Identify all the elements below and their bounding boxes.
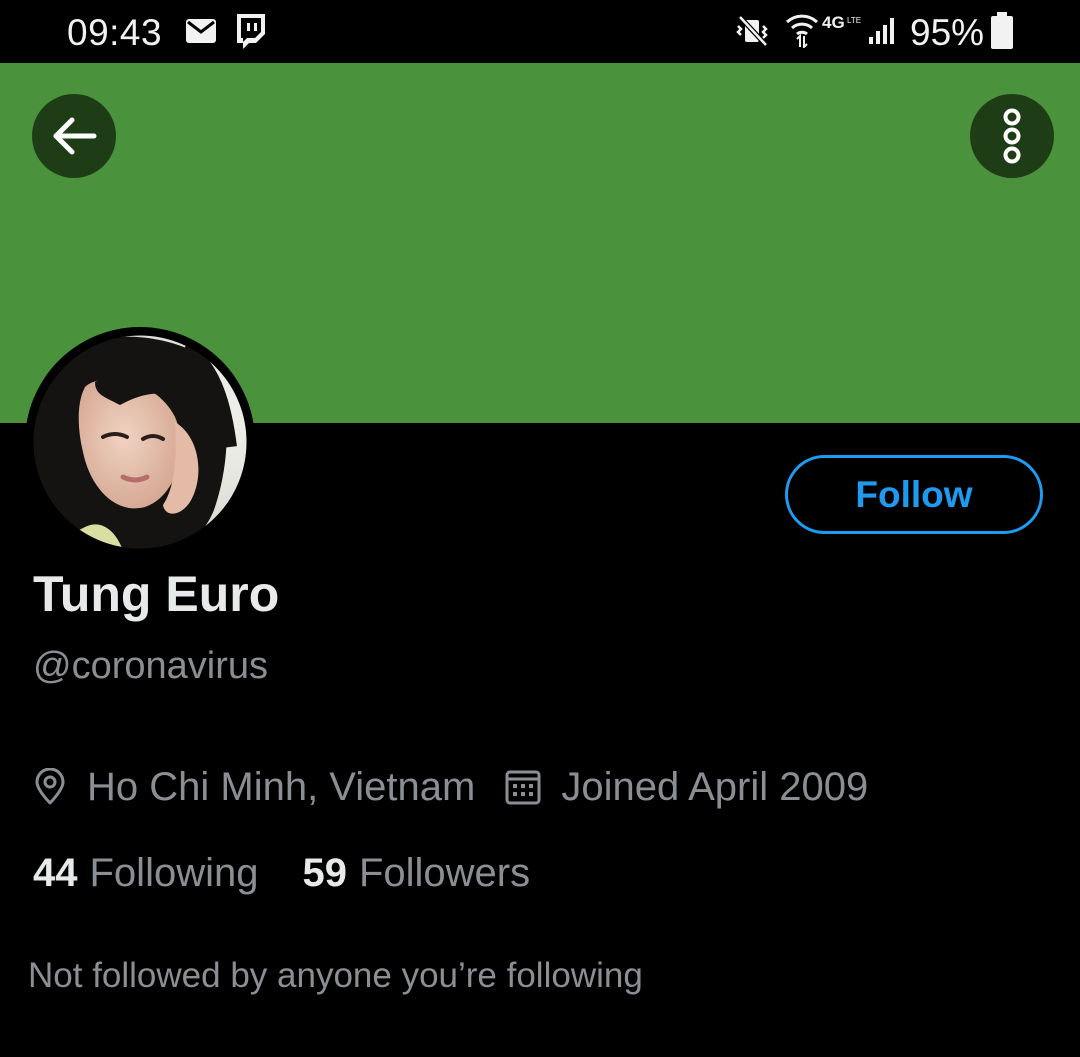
followers-count: 59 [302, 850, 347, 895]
battery-icon [991, 12, 1013, 49]
calendar-icon [505, 770, 541, 805]
back-button[interactable] [32, 94, 116, 178]
location-pin-icon [35, 768, 65, 805]
arrow-left-icon [53, 117, 97, 155]
display-name: Tung Euro [33, 566, 280, 622]
user-handle: @coronavirus [33, 645, 268, 687]
more-vertical-icon [1003, 108, 1021, 164]
more-options-button[interactable] [970, 94, 1054, 178]
avatar-photo [28, 330, 252, 554]
following-label: Following [89, 850, 259, 895]
avatar[interactable] [25, 327, 255, 557]
profile-meta: Ho Chi Minh, Vietnam Joined April 2009 [33, 762, 898, 812]
followers-link[interactable]: 59 Followers [302, 851, 530, 896]
svg-text:LTE: LTE [847, 16, 861, 25]
followed-by-text: Not followed by anyone you’re following [28, 956, 643, 995]
email-icon [186, 19, 216, 43]
joined-date-text: Joined April 2009 [561, 764, 869, 809]
status-time: 09:43 [67, 12, 163, 53]
profile-page: 09:43 4G LTE 95% Follow Tung Euro @coron… [0, 0, 1080, 1057]
following-count: 44 [33, 850, 78, 895]
signal-icon [869, 18, 894, 44]
4g-lte-icon: 4G LTE [822, 13, 861, 32]
wifi-icon [785, 14, 819, 48]
following-link[interactable]: 44 Following [33, 851, 258, 896]
svg-text:4G: 4G [822, 13, 845, 32]
twitch-icon [237, 14, 265, 49]
follow-button[interactable]: Follow [785, 455, 1043, 534]
battery-percentage: 95% [910, 12, 985, 53]
location-text: Ho Chi Minh, Vietnam [87, 764, 476, 809]
status-bar: 09:43 4G LTE 95% [0, 0, 1080, 63]
follow-stats: 44 Following 59 Followers [33, 848, 574, 898]
followers-label: Followers [358, 850, 531, 895]
mute-vibrate-icon [736, 15, 768, 47]
